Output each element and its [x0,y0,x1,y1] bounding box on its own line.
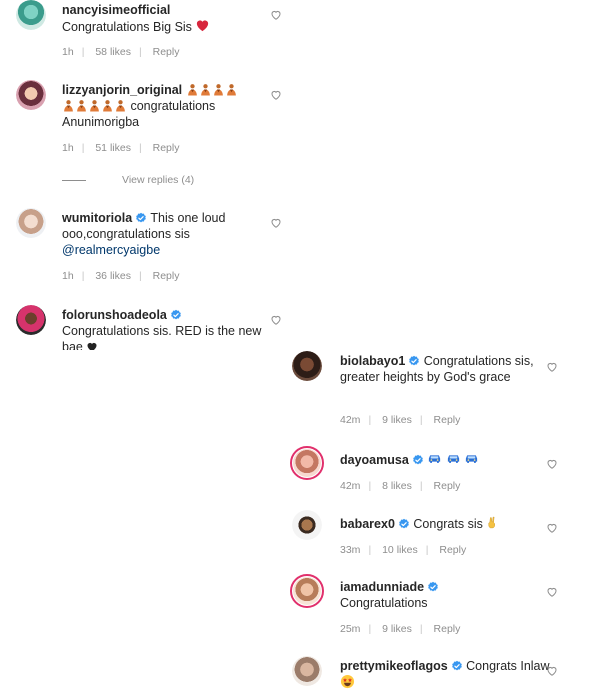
black-heart-emoji-icon [86,341,98,350]
heart-outline-icon[interactable] [546,665,558,677]
comment-time: 1h [62,46,74,58]
comment-item: wumitoriola This one loud ooo,congratula… [0,208,296,288]
avatar[interactable] [16,208,46,238]
comments-panel-right: biolabayo1 Congratulations sis, greater … [278,345,600,700]
comment-text: Congratulations Big Sis [62,20,192,34]
verified-badge-icon [398,518,410,530]
comment-item: babarex0 Congrats sis 33m | 10 likes | Rep… [278,510,600,570]
heart-outline-icon[interactable] [270,217,282,229]
comment-likes[interactable]: 36 likes [95,270,131,282]
person-emoji-icon [212,83,225,96]
heart-outline-icon[interactable] [546,458,558,470]
comment-meta: 1h | 36 likes | Reply [62,270,180,282]
comment-item: iamadunniade Congratulations 25m | 9 like… [278,574,600,649]
avatar[interactable] [292,351,322,381]
comment-item: folorunshoadeola Congratulations sis. RE… [0,305,296,350]
comment-username[interactable]: folorunshoadeola [62,308,167,322]
avatar[interactable] [290,446,324,480]
comment-username[interactable]: lizzyanjorin_original [62,83,182,97]
comment-time: 25m [340,623,361,635]
reply-button[interactable]: Reply [439,544,466,556]
comment-time: 42m [340,414,361,426]
comment-text: Congrats Inlaw [466,659,550,673]
person-emoji-icon [62,99,75,112]
car-emoji-icon [464,451,479,466]
verified-badge-icon [427,581,439,593]
comment-likes[interactable]: 10 likes [382,544,418,556]
replies-divider [62,179,86,181]
comment-item: dayoamusa 42m | 8 likes | Reply [278,446,600,506]
comment-meta: 42m | 8 likes | Reply [340,480,461,492]
reply-button[interactable]: Reply [434,623,461,635]
avatar[interactable] [292,510,322,540]
victory-hand-emoji-icon [486,515,499,530]
mention-link[interactable]: @realmercyaigbe [62,243,160,257]
reply-button[interactable]: Reply [153,46,180,58]
view-replies-label: View replies (4) [122,174,195,186]
reply-button[interactable]: Reply [434,480,461,492]
comment-likes[interactable]: 9 likes [382,623,412,635]
heart-outline-icon[interactable] [270,314,282,326]
heart-outline-icon[interactable] [546,522,558,534]
verified-badge-icon [408,355,420,367]
comment-item: nancyisimeofficial Congratulations Big S… [0,0,296,70]
person-emoji-icon [88,99,101,112]
comment-username[interactable]: babarex0 [340,517,395,531]
comment-username[interactable]: biolabayo1 [340,354,405,368]
verified-badge-icon [412,454,424,466]
person-emoji-icon [75,99,88,112]
car-emoji-icon [446,451,461,466]
avatar[interactable] [290,574,324,608]
comment-meta: 25m | 9 likes | Reply [340,623,461,635]
comment-likes[interactable]: 58 likes [95,46,131,58]
reply-button[interactable]: Reply [434,414,461,426]
comment-username[interactable]: prettymikeoflagos [340,659,448,673]
heart-outline-icon[interactable] [546,586,558,598]
comment-username[interactable]: nancyisimeofficial [62,3,170,17]
comments-panel-left: nancyisimeofficial Congratulations Big S… [0,0,296,350]
heart-outline-icon[interactable] [546,361,558,373]
verified-badge-icon [451,660,463,672]
comment-time: 1h [62,142,74,154]
comment-meta: 42m | 9 likes | Reply [340,414,461,426]
comment-text: Congrats sis [413,517,483,531]
reply-button[interactable]: Reply [153,270,180,282]
verified-badge-icon [135,212,147,224]
comment-username[interactable]: wumitoriola [62,211,132,225]
comment-username[interactable]: dayoamusa [340,453,409,467]
star-struck-emoji-icon [340,674,355,689]
comment-likes[interactable]: 8 likes [382,480,412,492]
comment-username[interactable]: iamadunniade [340,580,424,594]
comment-item: prettymikeoflagos Congrats Inlaw [278,656,600,700]
avatar[interactable] [16,305,46,335]
comment-meta: 1h | 58 likes | Reply [62,46,180,58]
comment-meta: 33m | 10 likes | Reply [340,544,467,556]
comment-time: 1h [62,270,74,282]
avatar[interactable] [16,0,46,30]
comment-meta: 1h | 51 likes | Reply [62,142,180,154]
person-emoji-icon [101,99,114,112]
comment-time: 33m [340,544,361,556]
comment-likes[interactable]: 51 likes [95,142,131,154]
heart-outline-icon[interactable] [270,9,282,21]
reply-button[interactable]: Reply [153,142,180,154]
car-emoji-icon [427,451,442,466]
person-emoji-icon [199,83,212,96]
comment-item: lizzyanjorin_original congratulations An… [0,80,296,190]
person-emoji-icon [114,99,127,112]
comment-item: biolabayo1 Congratulations sis, greater … [278,351,600,436]
person-emoji-icon [186,83,199,96]
comment-time: 42m [340,480,361,492]
heart-outline-icon[interactable] [270,89,282,101]
red-heart-emoji-icon [195,18,210,33]
verified-badge-icon [170,309,182,321]
person-emoji-icon [225,83,238,96]
comment-text: Congratulations [340,596,428,610]
view-replies-button[interactable]: View replies (4) [62,174,194,186]
avatar[interactable] [16,80,46,110]
avatar[interactable] [292,656,322,686]
comment-likes[interactable]: 9 likes [382,414,412,426]
